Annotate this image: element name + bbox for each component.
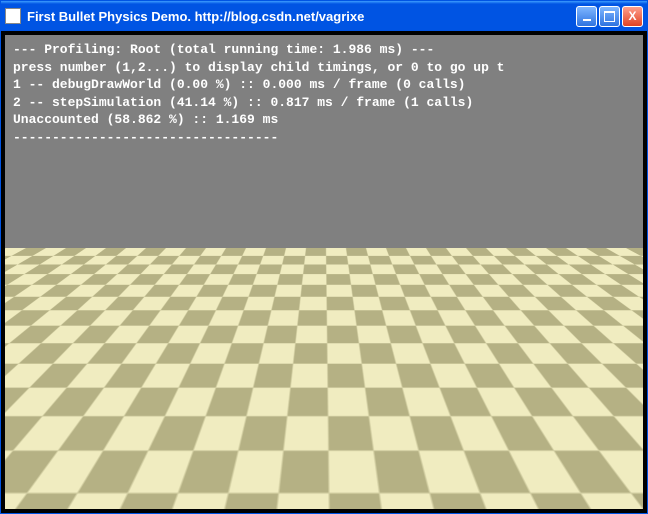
close-button[interactable]: X bbox=[622, 6, 643, 27]
profiling-overlay: --- Profiling: Root (total running time:… bbox=[13, 41, 639, 146]
app-window: First Bullet Physics Demo. http://blog.c… bbox=[0, 0, 648, 514]
window-title: First Bullet Physics Demo. http://blog.c… bbox=[27, 9, 576, 24]
profiling-entry-2: 2 -- stepSimulation (41.14 %) :: 0.817 m… bbox=[13, 94, 639, 112]
profiling-help: press number (1,2...) to display child t… bbox=[13, 59, 639, 77]
content-frame: --- Profiling: Root (total running time:… bbox=[1, 31, 647, 513]
titlebar[interactable]: First Bullet Physics Demo. http://blog.c… bbox=[1, 1, 647, 31]
app-icon bbox=[5, 8, 21, 24]
window-controls: X bbox=[576, 6, 643, 27]
profiling-header: --- Profiling: Root (total running time:… bbox=[13, 41, 639, 59]
minimize-button[interactable] bbox=[576, 6, 597, 27]
gl-viewport[interactable]: --- Profiling: Root (total running time:… bbox=[5, 35, 643, 509]
maximize-button[interactable] bbox=[599, 6, 620, 27]
profiling-entry-1: 1 -- debugDrawWorld (0.00 %) :: 0.000 ms… bbox=[13, 76, 639, 94]
aabb-wire-5 bbox=[350, 323, 382, 355]
profiling-unaccounted: Unaccounted (58.862 %) :: 1.169 ms bbox=[13, 111, 639, 129]
profiling-divider: ---------------------------------- bbox=[13, 129, 639, 147]
scene-objects bbox=[235, 285, 395, 375]
